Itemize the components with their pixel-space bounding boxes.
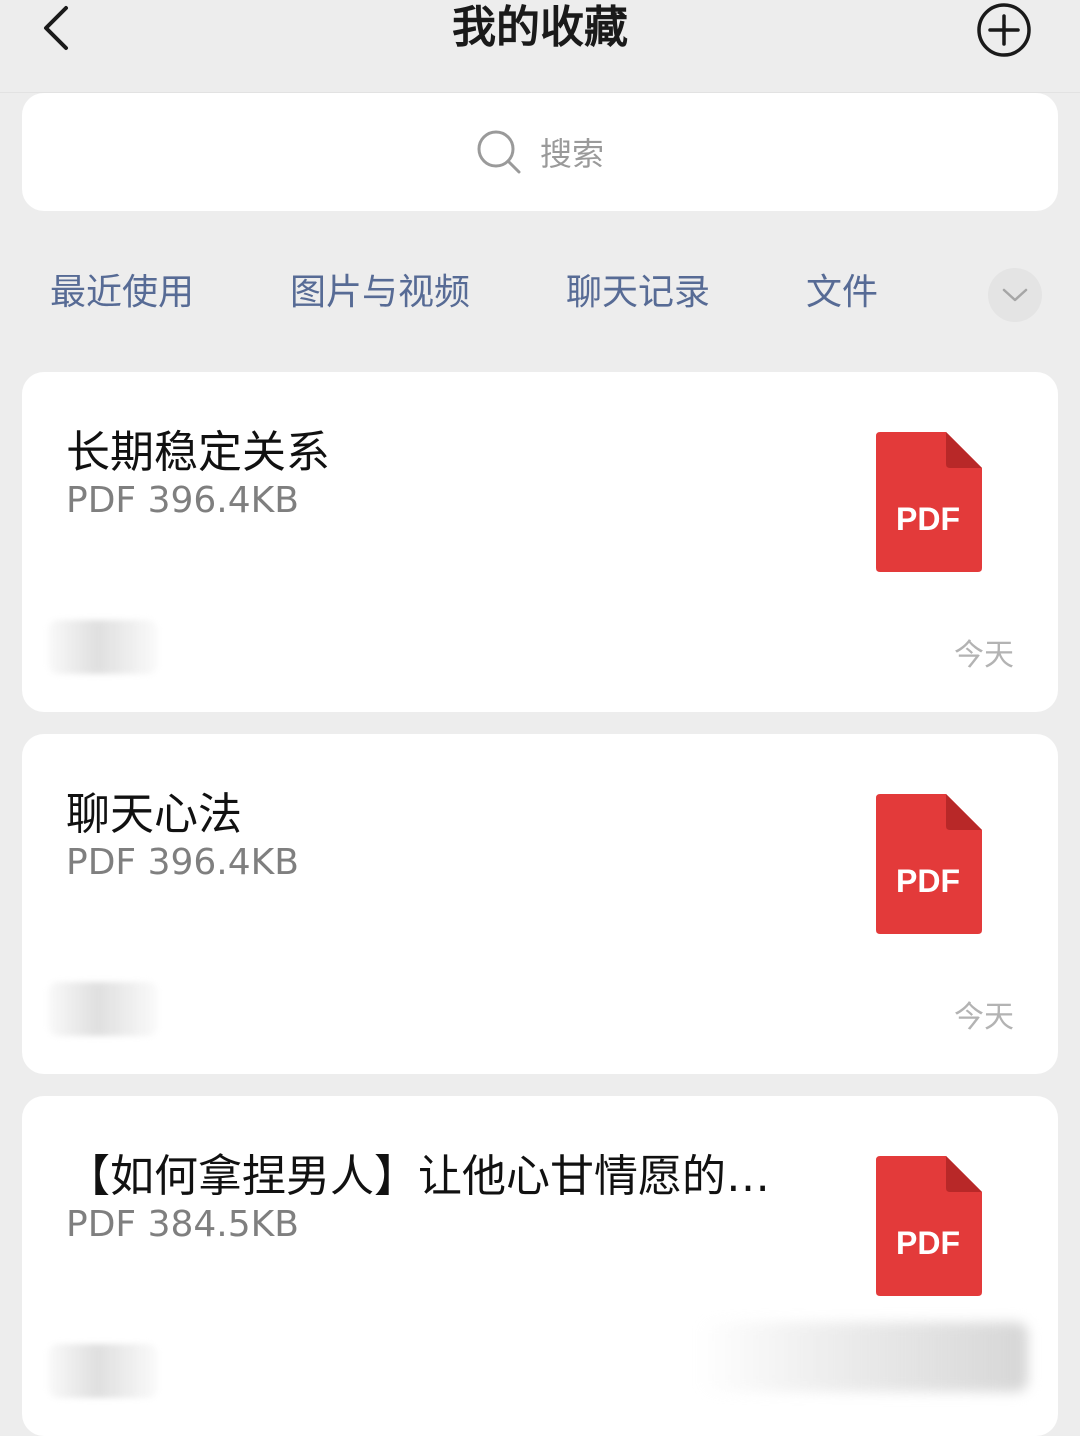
item-title: 长期稳定关系 (66, 427, 330, 478)
item-meta: PDF 384.5KB (66, 1204, 299, 1245)
search-bar[interactable]: 搜索 (22, 93, 1058, 211)
favorite-item[interactable]: 长期稳定关系 PDF 396.4KB 今天 PDF (22, 372, 1058, 712)
plus-circle-icon (977, 3, 1031, 57)
item-meta: PDF 396.4KB (66, 480, 299, 521)
top-bar: 我的收藏 (0, 0, 1080, 93)
filter-tabs: 最近使用 图片与视频 聊天记录 文件 (0, 262, 1080, 324)
favorite-item[interactable]: 聊天心法 PDF 396.4KB 今天 PDF (22, 734, 1058, 1074)
search-icon (477, 130, 521, 174)
page-title: 我的收藏 (452, 2, 628, 53)
tab-chat-records[interactable]: 聊天记录 (566, 262, 710, 324)
pdf-icon-label: PDF (896, 501, 960, 537)
pdf-file-icon: PDF (876, 794, 982, 934)
tab-files[interactable]: 文件 (806, 262, 878, 324)
item-date: 今天 (954, 638, 1014, 673)
pdf-file-icon: PDF (876, 1156, 982, 1296)
source-avatar-blurred (48, 982, 158, 1036)
source-avatar-blurred (48, 620, 158, 674)
item-meta: PDF 396.4KB (66, 842, 299, 883)
source-avatar-blurred (48, 1344, 158, 1398)
add-button[interactable] (976, 2, 1032, 58)
more-tabs-button[interactable] (988, 268, 1042, 322)
pdf-icon-label: PDF (896, 1225, 960, 1261)
tab-images-videos[interactable]: 图片与视频 (290, 262, 470, 324)
tab-recent[interactable]: 最近使用 (50, 262, 194, 324)
item-date: 今天 (954, 1000, 1014, 1035)
search-placeholder: 搜索 (539, 135, 604, 173)
blurred-region (698, 1322, 1028, 1392)
item-title: 【如何拿捏男人】让他心甘情愿的… (66, 1151, 770, 1202)
favorite-item[interactable]: 【如何拿捏男人】让他心甘情愿的… PDF 384.5KB PDF (22, 1096, 1058, 1436)
pdf-icon-label: PDF (896, 863, 960, 899)
pdf-file-icon: PDF (876, 432, 982, 572)
chevron-down-icon (1002, 288, 1028, 302)
item-title: 聊天心法 (66, 789, 242, 840)
